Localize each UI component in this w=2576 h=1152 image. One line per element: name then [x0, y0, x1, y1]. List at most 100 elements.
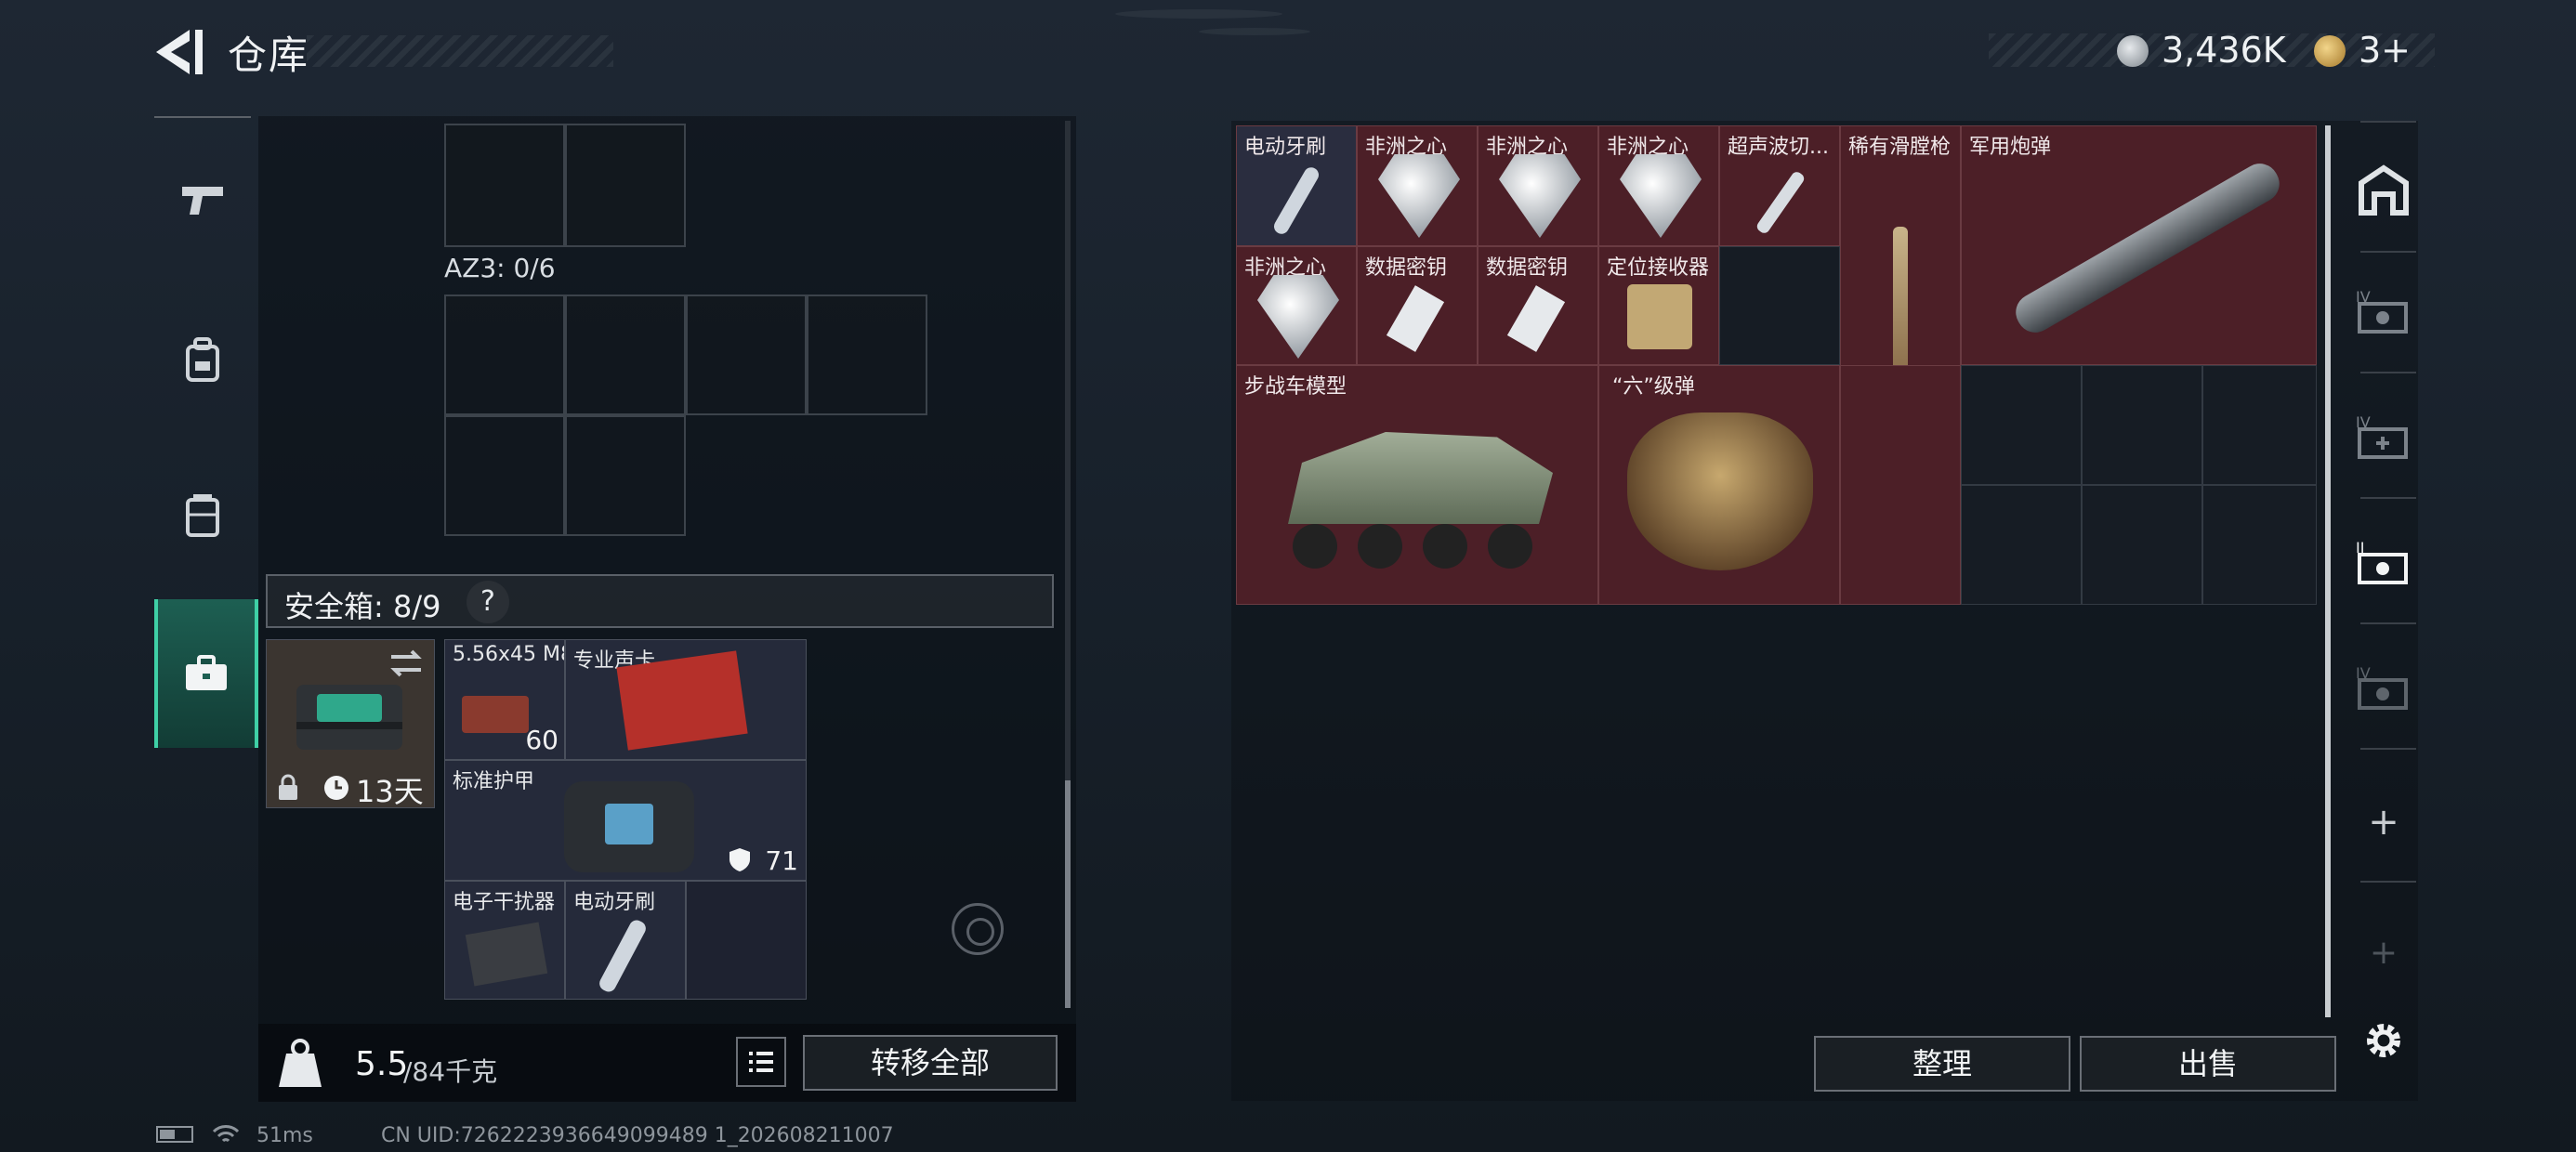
- safe-item-ammo[interactable]: 5.56x45 M855A1 60: [444, 639, 565, 760]
- currency-gold-amount: 3+: [2359, 30, 2412, 71]
- grid-cell[interactable]: [444, 415, 565, 536]
- nav-divider: [2360, 121, 2416, 123]
- list-view-button[interactable]: [736, 1037, 786, 1087]
- ammo-count: 60: [525, 725, 559, 755]
- safe-item-soundcard[interactable]: 专业声卡: [565, 639, 807, 760]
- left-scrollbar-thumb[interactable]: [1065, 780, 1071, 1008]
- safe-item-jammer[interactable]: 电子干扰器: [444, 881, 565, 1000]
- item-name: 电动牙刷: [573, 891, 656, 914]
- empty-slot[interactable]: [1961, 365, 2082, 485]
- nav-vest[interactable]: [154, 446, 251, 585]
- nav-divider: [2360, 251, 2416, 253]
- storage-iv-plus-icon: IV: [2356, 413, 2408, 459]
- item-heart-of-africa[interactable]: 非洲之心: [1598, 125, 1719, 246]
- diamond-icon: [1620, 154, 1702, 238]
- title-decor-stripe: [307, 35, 613, 67]
- musket-span-cell: [1840, 365, 1961, 605]
- item-name: 数据密钥: [1486, 256, 1569, 280]
- safebox-case-icon: [296, 685, 402, 750]
- add-storage-button-disabled[interactable]: +: [2351, 920, 2416, 985]
- bg-streak: [1115, 9, 1282, 19]
- item-ifv-model[interactable]: 步战车模型: [1236, 365, 1598, 605]
- item-heart-of-africa[interactable]: 非洲之心: [1478, 125, 1598, 246]
- grid-cell[interactable]: [565, 295, 686, 415]
- grid-cell[interactable]: [444, 124, 565, 247]
- item-data-key[interactable]: 数据密钥: [1478, 246, 1598, 365]
- weight-max: /84千克: [403, 1056, 498, 1087]
- nav-divider: [2360, 497, 2416, 499]
- backpack-icon: [186, 337, 219, 382]
- nav-storage-4a[interactable]: IV: [2351, 279, 2416, 344]
- nav-storage-4b[interactable]: IV: [2351, 404, 2416, 469]
- diamond-icon: [1257, 275, 1339, 359]
- item-name: 标准护甲: [453, 770, 535, 793]
- diamond-icon: [1499, 154, 1581, 238]
- nav-safebox[interactable]: [154, 599, 258, 748]
- right-storage-nav: IV IV II IV + +: [2333, 121, 2425, 1096]
- back-button[interactable]: [149, 26, 204, 78]
- sort-button[interactable]: 整理: [1814, 1036, 2070, 1092]
- right-scrollbar[interactable]: [2325, 125, 2331, 1017]
- nav-divider: [2360, 748, 2416, 750]
- item-toothbrush[interactable]: 电动牙刷: [1236, 125, 1357, 246]
- safebox-container[interactable]: 13天: [266, 639, 435, 808]
- safebox-capacity-label: 安全箱: 8/9: [284, 589, 441, 624]
- item-heart-of-africa[interactable]: 非洲之心: [1236, 246, 1357, 365]
- item-name: 5.56x45 M855A1: [453, 643, 564, 666]
- clock-icon: [324, 776, 348, 800]
- gold-coin-icon: [2314, 35, 2346, 67]
- item-locator-receiver[interactable]: 定位接收器: [1598, 246, 1719, 365]
- item-name: 电动牙刷: [1244, 136, 1327, 159]
- briefcase-icon: [186, 655, 227, 690]
- jammer-icon: [465, 922, 548, 987]
- grid-cell[interactable]: [444, 295, 565, 415]
- grid-cell[interactable]: [807, 295, 927, 415]
- bg-streak: [1199, 28, 1310, 35]
- nav-divider: [2360, 881, 2416, 883]
- vest-icon: [186, 494, 219, 537]
- safe-item-armor[interactable]: 标准护甲 71: [444, 760, 807, 881]
- nav-divider: [2360, 622, 2416, 624]
- scalpel-icon: [1755, 169, 1807, 236]
- back-arrow-icon: [156, 30, 203, 74]
- wifi-icon: [212, 1122, 240, 1146]
- nav-hideout[interactable]: [2351, 158, 2416, 223]
- add-storage-button[interactable]: +: [2351, 790, 2416, 855]
- nav-backpack[interactable]: [154, 291, 251, 430]
- nav-top-line: [154, 116, 251, 118]
- swap-icon[interactable]: [388, 648, 425, 679]
- item-six-grade-round[interactable]: “六”级弹: [1598, 365, 1840, 605]
- empty-slot[interactable]: [2082, 365, 2202, 485]
- nav-storage-4c[interactable]: IV: [2351, 655, 2416, 720]
- toothbrush-icon: [597, 917, 649, 995]
- grid-cell[interactable]: [565, 415, 686, 536]
- item-heart-of-africa[interactable]: 非洲之心: [1357, 125, 1478, 246]
- sell-button[interactable]: 出售: [2080, 1036, 2336, 1092]
- item-ultrasonic-cutter[interactable]: 超声波切...: [1719, 125, 1840, 246]
- safebox-timer: 13天: [356, 774, 424, 808]
- empty-slot[interactable]: [2202, 365, 2317, 485]
- lock-icon: [279, 774, 297, 800]
- grid-cell[interactable]: [565, 124, 686, 247]
- transfer-all-button[interactable]: 转移全部: [803, 1035, 1058, 1091]
- grid-cell[interactable]: [686, 295, 807, 415]
- empty-slot[interactable]: [2082, 485, 2202, 605]
- currency-silver-amount: 3,436K: [2162, 30, 2286, 71]
- item-military-shell[interactable]: 军用炮弹: [1961, 125, 2317, 365]
- shield-icon: [729, 848, 750, 871]
- item-name: 步战车模型: [1244, 375, 1347, 399]
- item-name: 电子干扰器: [453, 891, 556, 914]
- help-icon[interactable]: ?: [467, 581, 509, 623]
- safe-item-toothbrush[interactable]: 电动牙刷: [565, 881, 686, 1000]
- item-name: 数据密钥: [1365, 256, 1448, 280]
- empty-slot[interactable]: [1961, 485, 2082, 605]
- nav-storage-2-active[interactable]: II: [2351, 530, 2416, 595]
- safe-empty-slot[interactable]: [686, 881, 807, 1000]
- empty-slot[interactable]: [1719, 246, 1840, 365]
- missile-icon: [2008, 156, 2287, 340]
- empty-slot[interactable]: [2202, 485, 2317, 605]
- item-data-key[interactable]: 数据密钥: [1357, 246, 1478, 365]
- settings-button[interactable]: [2351, 1008, 2416, 1073]
- nav-weapons[interactable]: [154, 130, 251, 269]
- locate-icon[interactable]: [952, 903, 1004, 955]
